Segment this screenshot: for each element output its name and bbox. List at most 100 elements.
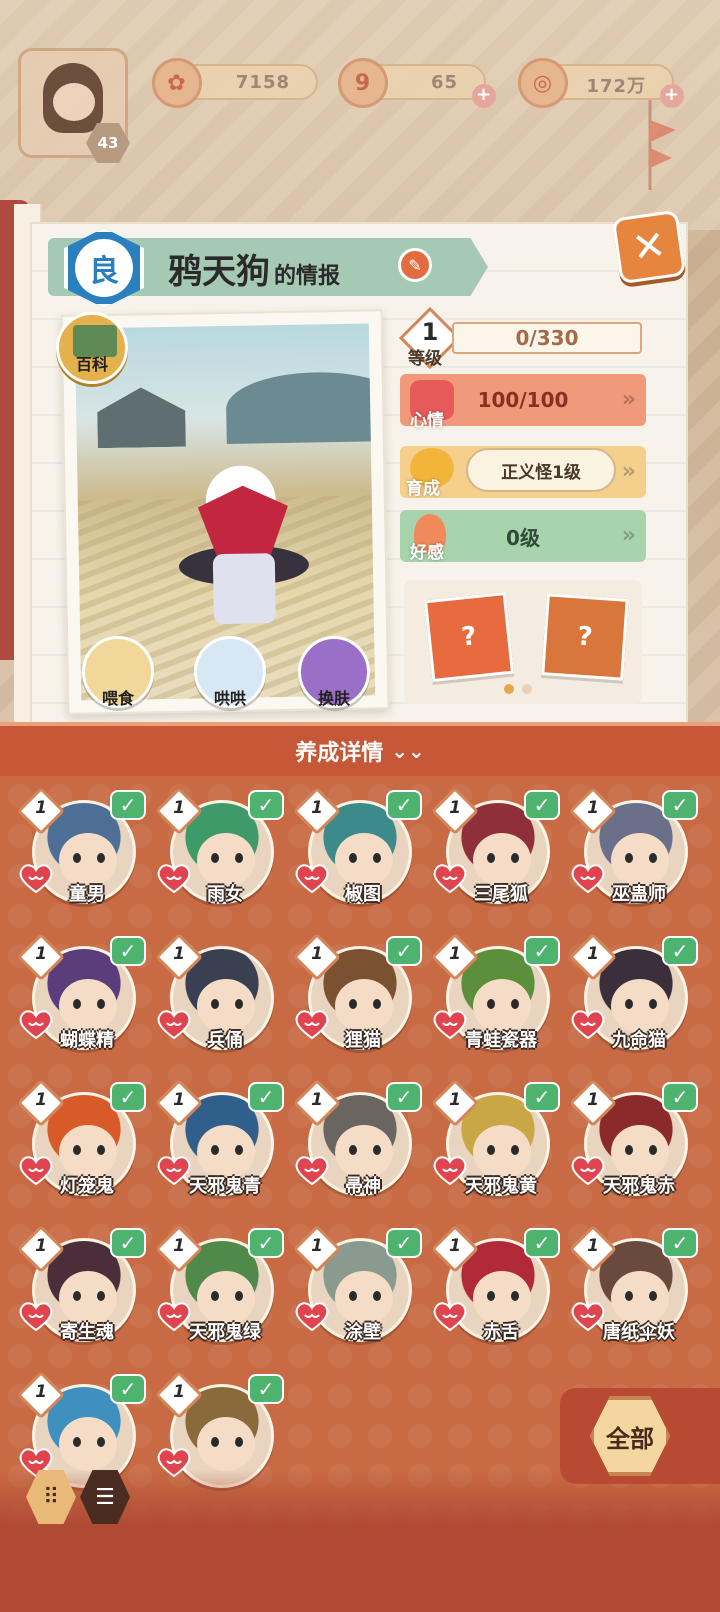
character-level: 1 — [35, 1236, 47, 1256]
chevron-right-icon: » — [621, 387, 636, 412]
currency-magatama[interactable]: 9 65 + — [338, 58, 496, 108]
feed-button[interactable]: 喂食 — [82, 636, 154, 708]
character-tile[interactable]: 1 ✓ 巫蛊师 — [568, 786, 708, 936]
character-tile[interactable]: 1 ✓ 狸猫 — [292, 932, 432, 1082]
pager-dot[interactable] — [522, 684, 532, 694]
portrait-eye — [649, 853, 657, 863]
character-tile[interactable]: 1 ✓ 蝴蝶精 — [16, 932, 156, 1082]
currency-coin[interactable]: ◎ 172万 + — [518, 58, 684, 108]
character-tile[interactable]: 1 ✓ 天邪鬼赤 — [568, 1078, 708, 1228]
character-tile[interactable]: 1 ✓ 涂壁 — [292, 1224, 432, 1374]
character-level: 1 — [173, 944, 185, 964]
character-name: 唐纸伞妖 — [603, 1322, 675, 1343]
character-name: 九命猫 — [612, 1030, 666, 1051]
portrait-eye — [487, 999, 495, 1009]
portrait-eye — [97, 853, 105, 863]
close-button[interactable]: ✕ — [611, 209, 687, 285]
edit-name-button[interactable]: ✎ — [398, 248, 432, 282]
character-tile[interactable]: 1 ✓ 童男 — [16, 786, 156, 936]
portrait-eye — [511, 1291, 519, 1301]
portrait-eye — [73, 1437, 81, 1447]
checkmark-icon: ✓ — [248, 1228, 284, 1258]
character-name: 雨女 — [207, 884, 243, 905]
character-tile[interactable]: 1 ✓ 天邪鬼青 — [154, 1078, 294, 1228]
checkmark-icon: ✓ — [524, 790, 560, 820]
portrait-face — [197, 833, 255, 887]
portrait-eye — [511, 999, 519, 1009]
character-name: 鸦天狗 — [168, 252, 270, 292]
portrait-face — [59, 979, 117, 1033]
portrait-face — [611, 1125, 669, 1179]
character-tile[interactable]: 1 ✓ 唐纸伞妖 — [568, 1224, 708, 1374]
character-tile[interactable]: 1 ✓ 天邪鬼绿 — [154, 1224, 294, 1374]
character-tile[interactable]: 1 ✓ 寄生魂 — [16, 1224, 156, 1374]
character-name: 兵俑 — [207, 1030, 243, 1051]
detail-toggle[interactable]: 养成详情 ⌄⌄ — [0, 722, 720, 776]
character-tile[interactable]: 1 ✓ 帚神 — [292, 1078, 432, 1228]
coax-button[interactable]: 哄哄 — [194, 636, 266, 708]
character-tile[interactable]: 1 兵俑 — [154, 932, 294, 1082]
character-tile[interactable]: 1 ✓ 雨女 — [154, 786, 294, 936]
character-tile[interactable]: 1 ✓ 青蛙瓷器 — [430, 932, 570, 1082]
portrait-face — [59, 1417, 117, 1471]
checkmark-icon: ✓ — [386, 1228, 422, 1258]
checkmark-icon: ✓ — [110, 936, 146, 966]
character-tile[interactable]: 1 ✓ 三尾狐 — [430, 786, 570, 936]
character-tile[interactable]: 1 ✓ 九命猫 — [568, 932, 708, 1082]
character-level: 1 — [311, 944, 323, 964]
character-level: 1 — [587, 944, 599, 964]
currency-flower[interactable]: ✿ 7158 — [152, 58, 318, 108]
portrait-eye — [625, 853, 633, 863]
character-name: 蝴蝶精 — [60, 1030, 114, 1051]
detail-label: 养成详情 — [295, 741, 384, 766]
portrait-face — [59, 1125, 117, 1179]
reward-card[interactable]: ? — [423, 591, 515, 683]
character-level: 1 — [35, 798, 47, 818]
character-name: 天邪鬼绿 — [189, 1322, 261, 1343]
character-model[interactable] — [178, 465, 310, 647]
portrait-eye — [73, 853, 81, 863]
portrait-eye — [235, 1291, 243, 1301]
grid-icon: ⠿ — [42, 1484, 60, 1510]
title-suffix: 的情报 — [274, 264, 341, 289]
portrait-eye — [511, 1145, 519, 1155]
checkmark-icon: ✓ — [110, 790, 146, 820]
character-tile[interactable]: 1 ✓ 椒图 — [292, 786, 432, 936]
checkmark-icon: ✓ — [248, 1374, 284, 1404]
character-level: 1 — [311, 1090, 323, 1110]
character-level: 1 — [587, 1090, 599, 1110]
portrait-eye — [235, 999, 243, 1009]
portrait-eye — [97, 1437, 105, 1447]
list-icon: ☰ — [95, 1484, 115, 1510]
add-magatama-button[interactable]: + — [472, 84, 496, 108]
character-name: 天邪鬼黄 — [465, 1176, 537, 1197]
character-level: 1 — [173, 1090, 185, 1110]
portrait-eye — [373, 853, 381, 863]
chevron-down-icon: ⌄⌄ — [391, 739, 425, 763]
chevron-right-icon: » — [621, 523, 636, 548]
scene-house — [86, 386, 197, 448]
pager-dot[interactable] — [504, 684, 514, 694]
portrait-face — [473, 833, 531, 887]
list-view-button[interactable]: ☰ — [80, 1470, 130, 1524]
portrait-eye — [349, 1291, 357, 1301]
portrait-eye — [625, 1145, 633, 1155]
character-tile[interactable]: 1 ✓ 赤舌 — [430, 1224, 570, 1374]
character-tile[interactable]: 1 ✓ 天邪鬼黄 — [430, 1078, 570, 1228]
checkmark-icon: ✓ — [524, 1228, 560, 1258]
scene-mountain — [225, 370, 376, 444]
portrait-eye — [235, 853, 243, 863]
reward-card[interactable]: ? — [541, 593, 629, 681]
checkmark-icon: ✓ — [524, 1082, 560, 1112]
character-tile[interactable]: 1 ✓ 灯笼鬼 — [16, 1078, 156, 1228]
grid-view-button[interactable]: ⠿ — [26, 1470, 76, 1524]
mood-value: 100/100 — [477, 388, 569, 412]
character-level: 1 — [35, 944, 47, 964]
wiki-button[interactable]: 百科 — [56, 312, 128, 384]
character-level: 1 — [449, 798, 461, 818]
skin-button[interactable]: 换肤 — [298, 636, 370, 708]
portrait-eye — [211, 1437, 219, 1447]
portrait-eye — [487, 1291, 495, 1301]
character-level: 1 — [35, 1090, 47, 1110]
skin-label: 换肤 — [317, 689, 350, 708]
